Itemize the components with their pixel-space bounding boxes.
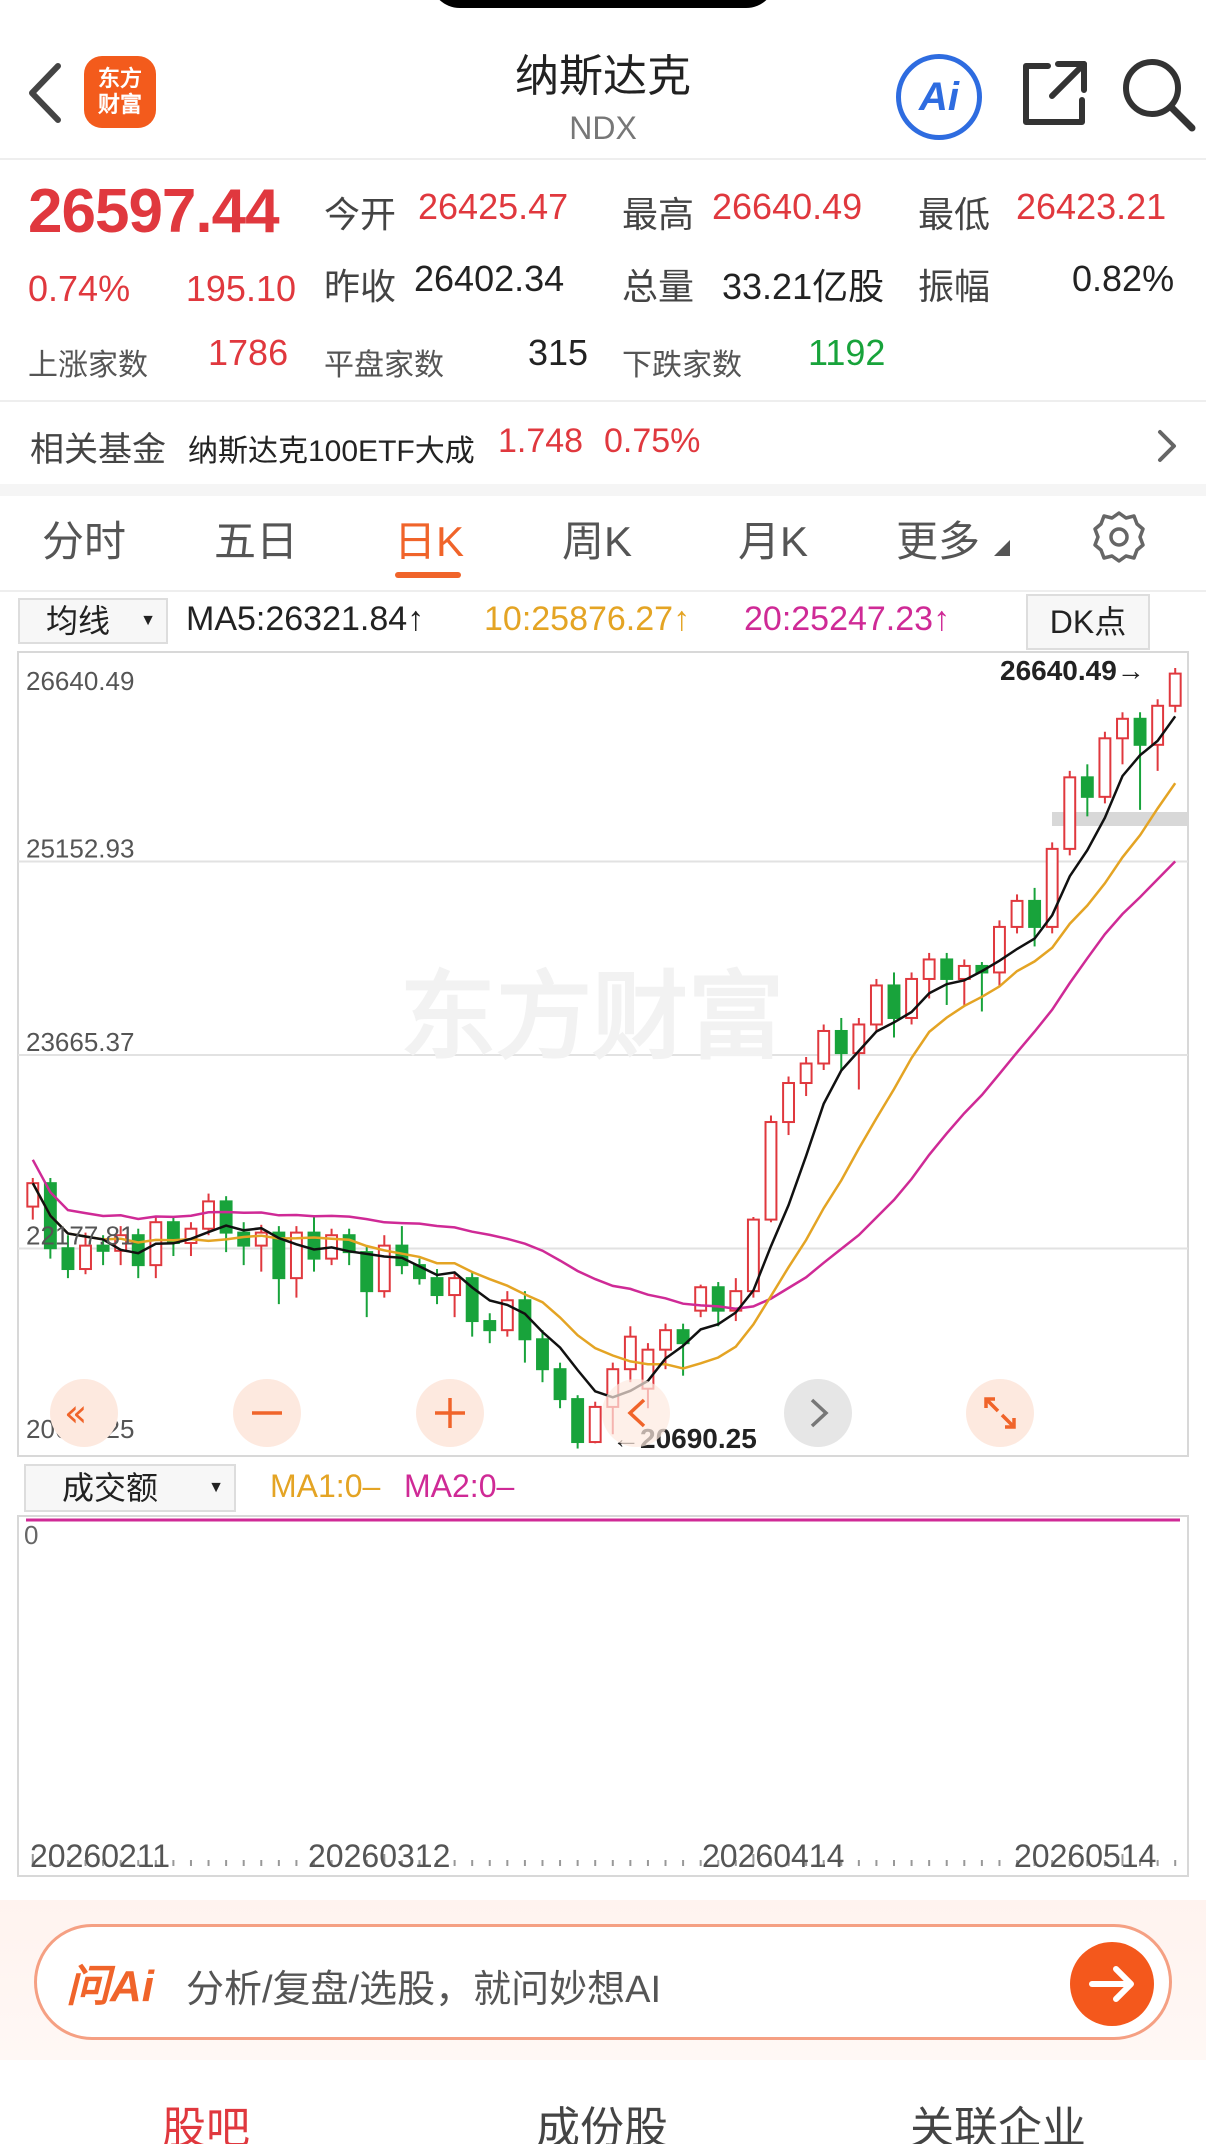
volume-ma2-readout: MA2:0– (404, 1468, 515, 1504)
candle (764, 1115, 778, 1223)
related-fund-price: 1.748 (498, 422, 584, 460)
candle (817, 1024, 831, 1071)
double-chevron-left-icon: « (64, 1391, 87, 1435)
date-label: 20260514 (1014, 1838, 1157, 1874)
dropdown-corner-icon (994, 540, 1010, 556)
related-fund-percent: 0.75% (604, 422, 701, 460)
tab-more[interactable]: 更多 (896, 508, 980, 569)
ma20-readout: 20:25247.23↑ (744, 600, 951, 638)
tab-monthly-k[interactable]: 月K (738, 508, 808, 569)
volume-chart[interactable] (0, 1460, 1206, 1900)
bottom-tab-forum[interactable]: 股吧 (162, 2092, 250, 2144)
prev-close-label: 昨收 (324, 266, 397, 307)
zoom-out-button[interactable] (233, 1379, 301, 1447)
watermark: 东方财富 (400, 964, 784, 1071)
last-price: 26597.44 (28, 177, 280, 246)
prev-candle-button[interactable] (602, 1379, 670, 1447)
low-value: 26423.21 (1016, 186, 1167, 227)
high-value: 26640.49 (712, 186, 863, 227)
candle (1098, 731, 1112, 804)
candle (1010, 894, 1024, 934)
dk-point-button[interactable]: DK点 (1026, 594, 1150, 650)
ma10-readout: 10:25876.27↑ (484, 600, 691, 638)
header-divider (0, 158, 1206, 160)
date-label: 20260211 (30, 1838, 170, 1874)
next-candle-button[interactable] (784, 1379, 852, 1447)
high-marker: 26640.49→ (1000, 655, 1145, 686)
caret-down-icon: ▼ (208, 1479, 224, 1496)
ai-query-placeholder: 分析/复盘/选股，就问妙想AI (186, 1969, 662, 2011)
date-label: 20260312 (308, 1838, 451, 1874)
high-label: 最高 (622, 194, 695, 235)
flat-count-label: 平盘家数 (324, 349, 444, 382)
down-count-value: 1192 (808, 332, 886, 373)
up-count-value: 1786 (208, 332, 289, 373)
candle (869, 978, 883, 1031)
volume-indicator-select-label: 成交额 (62, 1470, 159, 1506)
ai-logo: 问Ai (66, 1962, 154, 2011)
volume-zero-label: 0 (24, 1520, 39, 1550)
change-value: 195.10 (185, 268, 296, 309)
down-count-label: 下跌家数 (622, 349, 742, 382)
fullscreen-button[interactable] (966, 1379, 1034, 1447)
date-label: 20260414 (702, 1838, 845, 1874)
kline-chart[interactable]: 东方财富 26640.4925152.9323665.3722177.81206… (0, 650, 1206, 1460)
zoom-in-button[interactable] (416, 1379, 484, 1447)
y-axis-label: 26640.49 (26, 666, 134, 696)
search-icon[interactable] (1118, 54, 1198, 134)
caret-down-icon: ▼ (140, 612, 156, 629)
share-icon[interactable] (1018, 56, 1092, 130)
tab-intraday[interactable]: 分时 (42, 508, 126, 569)
ai-assistant-button[interactable]: Ai (896, 54, 982, 140)
volume-value: 33.21亿股 (722, 266, 885, 307)
tab-daily-k[interactable]: 日K (394, 508, 464, 569)
active-tab-indicator (395, 572, 461, 578)
up-count-label: 上涨家数 (28, 349, 148, 382)
section-divider (0, 484, 1206, 496)
flat-count-value: 315 (528, 332, 589, 373)
chevron-right-icon (1158, 430, 1176, 462)
tab-five-day[interactable]: 五日 (214, 508, 298, 569)
volume-ma1-readout: MA1:0– (270, 1468, 381, 1504)
ma-indicator-select[interactable]: 均线 ▼ (18, 598, 168, 644)
candle (746, 1216, 760, 1298)
arrow-right-icon (1089, 1966, 1134, 2002)
prev-close-value: 26402.34 (414, 258, 565, 299)
dk-point-label: DK点 (1049, 604, 1127, 640)
open-value: 26425.47 (418, 186, 569, 227)
amplitude-value: 0.82% (1072, 258, 1175, 299)
related-fund-label: 相关基金 (30, 431, 166, 469)
volume-indicator-select[interactable]: 成交额 ▼ (24, 1464, 236, 1512)
change-percent: 0.74% (28, 268, 131, 309)
low-label: 最低 (918, 194, 991, 235)
camera-notch (430, 0, 776, 8)
scroll-left-button[interactable]: « (50, 1379, 118, 1447)
y-axis-label: 25152.93 (26, 834, 134, 864)
candle (571, 1395, 585, 1449)
bottom-tab-constituents[interactable]: 成份股 (536, 2092, 668, 2144)
volume-label: 总量 (622, 266, 695, 307)
ma5-readout: MA5:26321.84↑ (186, 600, 425, 638)
amplitude-label: 振幅 (918, 266, 991, 307)
open-label: 今开 (324, 194, 397, 235)
y-axis-label: 23665.37 (26, 1027, 134, 1057)
gear-icon[interactable] (1092, 510, 1146, 564)
candle (905, 972, 919, 1025)
candle (1063, 770, 1077, 856)
candle (1168, 668, 1182, 713)
bottom-tab-related[interactable]: 关联企业 (910, 2092, 1086, 2144)
y-axis-label: 22177.81 (26, 1221, 134, 1251)
volume-frame (17, 1515, 1189, 1877)
ai-send-button[interactable] (1070, 1942, 1154, 2026)
ma-indicator-select-label: 均线 (46, 603, 111, 639)
related-fund-name: 纳斯达克100ETF大成 (188, 435, 475, 468)
tabs-divider (0, 590, 1206, 592)
related-fund-row[interactable] (0, 402, 1206, 484)
candle (588, 1401, 602, 1444)
tab-weekly-k[interactable]: 周K (562, 508, 632, 569)
